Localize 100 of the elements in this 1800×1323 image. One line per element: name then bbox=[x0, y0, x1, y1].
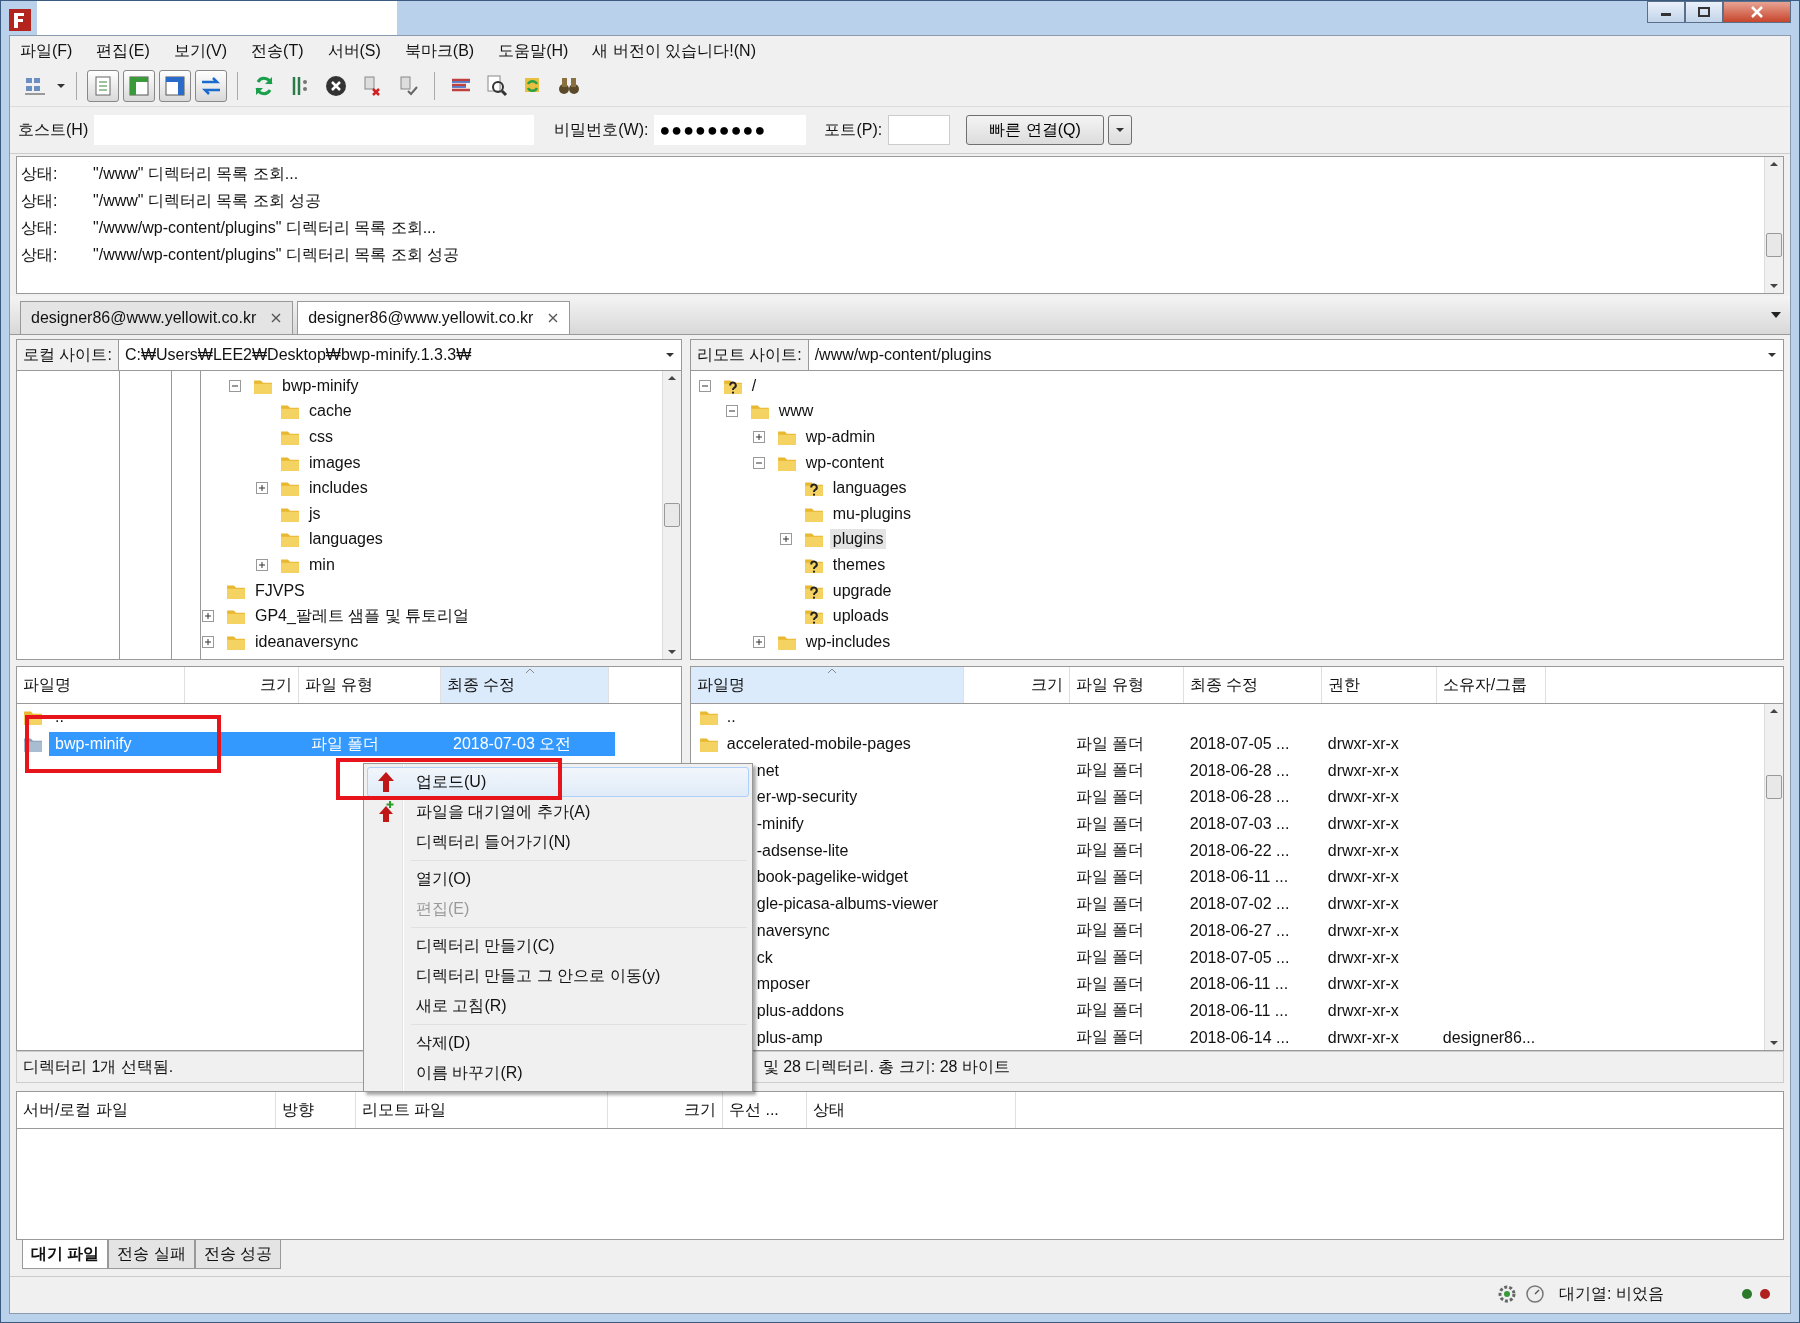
log-message: "/www/wp-content/plugins" 디렉터리 목록 조회... bbox=[93, 218, 436, 238]
file-name[interactable]: accelerated-mobile-pages bbox=[724, 735, 1070, 754]
file-name[interactable]: plus-addons bbox=[756, 1001, 1070, 1020]
permissions: drwxr-xr-x bbox=[1326, 1028, 1400, 1047]
file-type: 파일 폴더 bbox=[1074, 760, 1146, 781]
connection-tab[interactable]: designer86@www.yellowit.co.kr bbox=[20, 301, 294, 334]
file-name[interactable]: -adsense-lite bbox=[756, 841, 1070, 860]
menu-item[interactable]: 보기(V) bbox=[173, 40, 228, 62]
tree-item[interactable]: min bbox=[306, 554, 338, 575]
column-header[interactable]: 크기 bbox=[963, 667, 1070, 703]
tree-item[interactable]: css bbox=[306, 427, 336, 447]
file-name[interactable]: net bbox=[756, 761, 1070, 780]
tree-item[interactable]: languages bbox=[829, 478, 910, 499]
file-type: 파일 폴더 bbox=[1074, 813, 1146, 834]
tree-item[interactable]: / bbox=[748, 375, 760, 396]
column-header[interactable]: 최종 수정 bbox=[1183, 667, 1322, 703]
tree-item[interactable]: wp-includes bbox=[802, 631, 894, 652]
permissions: drwxr-xr-x bbox=[1326, 841, 1400, 860]
column-header[interactable]: 파일 유형 bbox=[1069, 667, 1184, 703]
file-name[interactable]: er-wp-security bbox=[756, 788, 1070, 807]
column-header[interactable]: 상태 bbox=[807, 1092, 1016, 1128]
tree-item[interactable]: FJVPS bbox=[252, 580, 308, 601]
column-header[interactable]: 서버/로컬 파일 bbox=[17, 1092, 276, 1128]
tree-item[interactable]: www bbox=[775, 401, 817, 422]
menu-item[interactable]: 편집(E) bbox=[96, 40, 150, 62]
modified-date: 2018-07-05 ... bbox=[1188, 948, 1291, 967]
tree-item[interactable]: wp-content bbox=[802, 452, 887, 473]
tree-item[interactable]: wp-admin bbox=[802, 427, 879, 447]
column-header[interactable]: 크기 bbox=[185, 667, 299, 703]
menu-item[interactable]: 디렉터리 만들고 그 안으로 이동(y) bbox=[367, 961, 749, 991]
tree-item[interactable]: cache bbox=[306, 401, 355, 422]
tree-item[interactable]: images bbox=[306, 452, 364, 473]
menu-item[interactable]: 열기(O) bbox=[367, 864, 749, 894]
modified-date: 2018-06-11 ... bbox=[1188, 975, 1290, 994]
menu-item[interactable]: 디렉터리 들어가기(N) bbox=[367, 827, 749, 857]
tree-item[interactable]: bwp-minify bbox=[279, 375, 362, 396]
quickconnect-button[interactable]: 빠른 연결(Q) bbox=[966, 115, 1104, 145]
permissions: drwxr-xr-x bbox=[1326, 868, 1400, 887]
tree-item[interactable]: upgrade bbox=[829, 580, 895, 601]
tree-item[interactable]: js bbox=[306, 503, 324, 524]
port-label: 포트(P): bbox=[824, 119, 883, 140]
permissions: drwxr-xr-x bbox=[1326, 975, 1400, 994]
file-name[interactable]: -minify bbox=[756, 815, 1070, 834]
column-header[interactable]: 방향 bbox=[276, 1092, 356, 1128]
menu-item[interactable]: 업로드(U) bbox=[367, 767, 749, 797]
log-message: "/www/wp-content/plugins" 디렉터리 목록 조회 성공 bbox=[93, 245, 460, 265]
file-name[interactable]: ck bbox=[756, 948, 1070, 967]
file-name[interactable]: .. bbox=[724, 708, 1070, 727]
permissions: drwxr-xr-x bbox=[1326, 948, 1400, 967]
tree-item[interactable]: includes bbox=[306, 478, 371, 499]
connection-tab[interactable]: designer86@www.yellowit.co.kr bbox=[297, 301, 571, 334]
tree-item[interactable]: languages bbox=[306, 529, 386, 550]
log-label: 상태: bbox=[20, 218, 59, 238]
tree-item[interactable]: GP4_팔레트 샘플 및 튜토리얼 bbox=[252, 604, 473, 628]
menu-item[interactable]: 디렉터리 만들기(C) bbox=[367, 931, 749, 961]
menu-item[interactable]: 서버(S) bbox=[327, 40, 381, 62]
file-name[interactable]: plus-amp bbox=[756, 1028, 1070, 1047]
menu-item[interactable]: 북마크(B) bbox=[404, 40, 475, 62]
file-name[interactable]: gle-picasa-albums-viewer bbox=[756, 895, 1070, 914]
file-name[interactable]: mposer bbox=[756, 975, 1070, 994]
queue-tab[interactable]: 전송 실패 bbox=[108, 1240, 195, 1269]
menu-item[interactable]: 새 버전이 있습니다!(N) bbox=[592, 40, 756, 62]
file-type: 파일 폴더 bbox=[1074, 866, 1146, 887]
modified-date: 2018-07-05 ... bbox=[1188, 735, 1291, 754]
file-type: 파일 폴더 bbox=[1074, 947, 1146, 968]
menu-item[interactable]: 파일(F) bbox=[20, 40, 73, 62]
modified-date: 2018-06-11 ... bbox=[1188, 1001, 1290, 1020]
menu-item[interactable]: 전송(T) bbox=[251, 40, 304, 62]
column-header[interactable]: 파일명 bbox=[17, 667, 185, 703]
file-name[interactable]: naversync bbox=[756, 921, 1070, 940]
file-row[interactable]: .. bbox=[49, 705, 615, 730]
tree-item[interactable]: uploads bbox=[829, 606, 892, 627]
column-header[interactable]: 최종 수정 bbox=[441, 667, 609, 703]
file-type: 파일 폴더 bbox=[1074, 973, 1146, 994]
file-type: 파일 폴더 bbox=[1074, 840, 1146, 861]
permissions: drwxr-xr-x bbox=[1326, 815, 1400, 834]
column-header[interactable]: 소유자/그룹 bbox=[1436, 667, 1546, 703]
queue-status: 대기열: 비었음 bbox=[1559, 1283, 1664, 1304]
tree-item[interactable]: themes bbox=[829, 554, 889, 575]
tree-item[interactable]: ideanaversync bbox=[252, 631, 362, 652]
file-name[interactable]: book-pagelike-widget bbox=[756, 868, 1070, 887]
menu-item[interactable]: 도움말(H) bbox=[498, 40, 569, 62]
tree-item[interactable]: plugins bbox=[829, 529, 887, 550]
modified-date: 2018-06-28 ... bbox=[1188, 788, 1291, 807]
menu-item[interactable]: 새로 고침(R) bbox=[367, 991, 749, 1021]
permissions: drwxr-xr-x bbox=[1326, 735, 1400, 754]
queue-tab[interactable]: 대기 파일 bbox=[22, 1240, 109, 1269]
permissions: drwxr-xr-x bbox=[1326, 921, 1400, 940]
tree-item[interactable]: mu-plugins bbox=[829, 503, 914, 524]
column-header[interactable]: 권한 bbox=[1321, 667, 1437, 703]
password-field[interactable]: ●●●●●●●●● bbox=[654, 115, 807, 145]
log-message: "/www" 디렉터리 목록 조회 성공 bbox=[93, 191, 322, 211]
queue-tab[interactable]: 전송 성공 bbox=[194, 1240, 282, 1269]
modified-date: 2018-06-27 ... bbox=[1188, 921, 1291, 940]
modified-date: 2018-07-03 ... bbox=[1188, 815, 1291, 834]
file-type: 파일 폴더 bbox=[1074, 786, 1146, 807]
password-label: 비밀번호(W): bbox=[554, 119, 649, 140]
column-header[interactable]: 파일명 bbox=[690, 667, 964, 703]
file-type: 파일 폴더 bbox=[1074, 893, 1146, 914]
menu-item[interactable]: 파일을 대기열에 추가(A) bbox=[367, 797, 749, 827]
